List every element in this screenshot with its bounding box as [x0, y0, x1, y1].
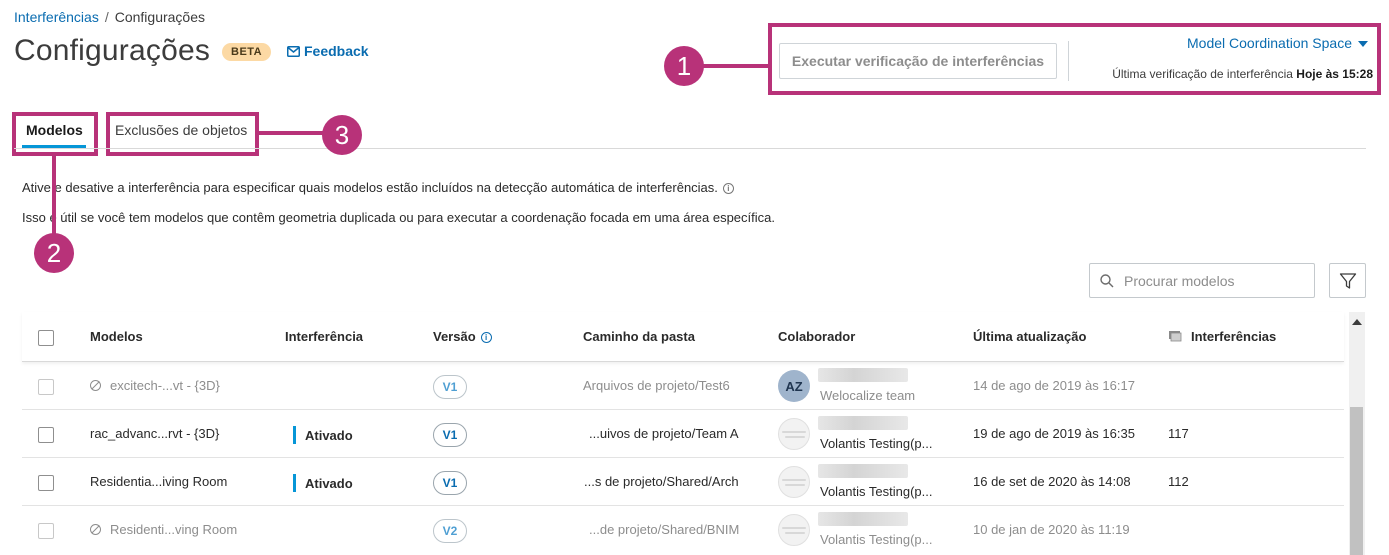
caret-down-icon [1358, 41, 1368, 47]
model-name: rac_advanc...rvt - {3D} [90, 426, 220, 441]
callout-3: 3 [322, 115, 362, 155]
model-name: Residentia...iving Room [90, 474, 228, 489]
version-pill[interactable]: V1 [433, 423, 467, 447]
page-title: Configurações [14, 34, 211, 67]
tabs-divider [14, 148, 1366, 149]
redacted-name [818, 416, 908, 430]
row-checkbox[interactable] [38, 379, 54, 395]
header-divider [1068, 41, 1069, 81]
clash-count: 112 [1168, 474, 1189, 489]
col-folder-path[interactable]: Caminho da pasta [583, 329, 695, 344]
space-selector[interactable]: Model Coordination Space [1187, 35, 1368, 51]
version-pill[interactable]: V1 [433, 375, 467, 399]
clash-status-label: Ativado [305, 476, 353, 491]
envelope-icon [287, 45, 300, 57]
col-clashes[interactable]: Interferências [1168, 329, 1276, 344]
last-updated: 16 de set de 2020 às 14:08 [973, 474, 1131, 489]
folder-path: ...s de projeto/Shared/Arch [584, 474, 739, 489]
row-checkbox[interactable] [38, 523, 54, 539]
last-updated: 19 de ago de 2019 às 16:35 [973, 426, 1135, 441]
last-updated: 10 de jan de 2020 às 11:19 [973, 522, 1130, 537]
col-version-label: Versão [433, 329, 476, 344]
select-all-checkbox[interactable] [38, 330, 54, 346]
folder-path: ...de projeto/Shared/BNIM [589, 522, 740, 537]
table-row[interactable]: excitech-...vt - {3D} V1 Arquivos de pro… [22, 363, 1344, 410]
version-pill[interactable]: V2 [433, 519, 467, 543]
description-text-1: Ative e desative a interferência para es… [22, 180, 718, 195]
ban-icon [90, 524, 101, 535]
table-row[interactable]: Residenti...ving Room V2 ...de projeto/S… [22, 507, 1344, 554]
status-indicator [293, 426, 296, 444]
filter-icon [1339, 272, 1356, 289]
team-name: Volantis Testing(p... [820, 532, 933, 547]
model-name: excitech-...vt - {3D} [110, 378, 220, 393]
search-icon [1100, 273, 1114, 287]
space-name: Model Coordination Space [1187, 35, 1352, 51]
filter-button[interactable] [1329, 263, 1366, 298]
tab-object-exclusions[interactable]: Exclusões de objetos [115, 122, 247, 138]
col-clashes-label: Interferências [1191, 329, 1277, 344]
model-name-cell: excitech-...vt - {3D} [90, 378, 220, 393]
table-row[interactable]: rac_advanc...rvt - {3D} Ativado V1 ...ui… [22, 411, 1344, 458]
breadcrumb-separator: / [104, 9, 109, 25]
scrollbar-thumb[interactable] [1350, 407, 1363, 555]
callout-2-connector [52, 154, 56, 234]
breadcrumb-parent-link[interactable]: Interferências [14, 9, 99, 25]
search-models-field[interactable]: Procurar modelos [1089, 263, 1315, 298]
avatar [778, 418, 810, 450]
redacted-name [818, 368, 908, 382]
redacted-name [818, 464, 908, 478]
folder-path: ...uivos de projeto/Team A [589, 426, 739, 441]
model-name: Residenti...ving Room [110, 522, 238, 537]
layers-icon [1169, 331, 1182, 342]
folder-path: Arquivos de projeto/Test6 [583, 378, 730, 393]
table-row[interactable]: Residentia...iving Room Ativado V1 ...s … [22, 459, 1344, 506]
description-line-1: Ative e desative a interferência para es… [22, 180, 734, 195]
clash-count: 117 [1168, 426, 1189, 441]
description-line-2: Isso é útil se você tem modelos que cont… [22, 210, 775, 225]
model-name-cell: Residenti...ving Room [90, 522, 237, 537]
col-collaborator[interactable]: Colaborador [778, 329, 855, 344]
last-check-text: Última verificação de interferência Hoje… [1112, 67, 1373, 81]
avatar [778, 514, 810, 546]
breadcrumb: Interferências / Configurações [14, 9, 205, 25]
run-clash-check-button[interactable]: Executar verificação de interferências [779, 43, 1057, 79]
callout-1-connector [700, 64, 770, 68]
beta-badge: BETA [222, 43, 272, 61]
row-checkbox[interactable] [38, 475, 54, 491]
last-check-label: Última verificação de interferência [1112, 67, 1293, 81]
ban-icon [90, 380, 101, 391]
feedback-link[interactable]: Feedback [287, 43, 369, 59]
clash-status[interactable]: Ativado [293, 426, 353, 444]
table-header: Modelos Interferência Versão i Caminho da… [22, 312, 1344, 362]
avatar [778, 466, 810, 498]
redacted-name [818, 512, 908, 526]
scroll-up-icon[interactable] [1352, 319, 1362, 325]
col-last-updated[interactable]: Última atualização [973, 329, 1086, 344]
search-placeholder: Procurar modelos [1124, 272, 1235, 289]
callout-3-connector [259, 131, 325, 135]
callout-1: 1 [664, 46, 704, 86]
col-clash[interactable]: Interferência [285, 329, 363, 344]
team-name: Welocalize team [820, 388, 916, 403]
team-name: Volantis Testing(p... [820, 436, 933, 451]
col-version[interactable]: Versão i [433, 329, 492, 344]
status-indicator [293, 474, 296, 492]
last-check-value: Hoje às 15:28 [1296, 67, 1373, 81]
clash-status[interactable]: Ativado [293, 474, 353, 492]
clash-status-label: Ativado [305, 428, 353, 443]
info-icon[interactable]: i [722, 183, 734, 194]
breadcrumb-current: Configurações [114, 9, 205, 25]
version-pill[interactable]: V1 [433, 471, 467, 495]
row-checkbox[interactable] [38, 427, 54, 443]
feedback-label: Feedback [304, 43, 369, 59]
col-models[interactable]: Modelos [90, 329, 143, 344]
tab-models[interactable]: Modelos [26, 122, 83, 138]
callout-2: 2 [34, 233, 74, 273]
avatar: AZ [778, 370, 810, 402]
team-name: Volantis Testing(p... [820, 484, 933, 499]
version-info-icon[interactable]: i [480, 332, 492, 343]
last-updated: 14 de ago de 2019 às 16:17 [973, 378, 1135, 393]
